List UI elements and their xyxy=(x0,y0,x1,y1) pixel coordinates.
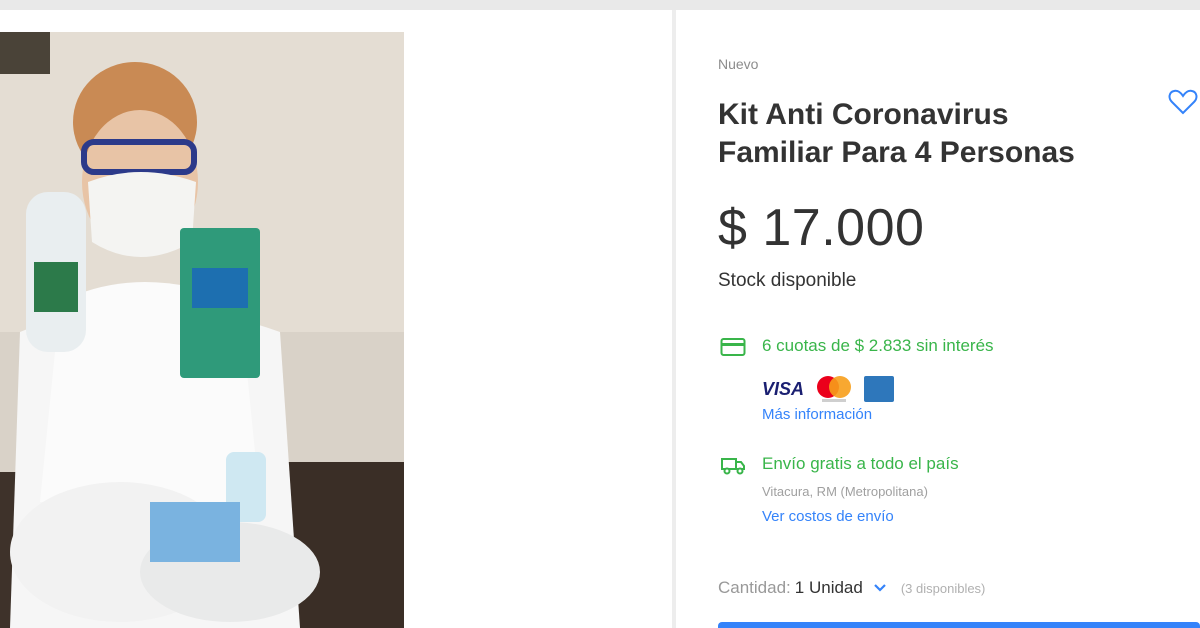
mastercard-logo xyxy=(814,374,854,404)
product-price: $ 17.000 xyxy=(718,199,925,257)
product-info-panel: Nuevo Kit Anti Coronavirus Familiar Para… xyxy=(676,10,1200,628)
shipping-text: Envío gratis a todo el país xyxy=(762,454,959,473)
quantity-available: (3 disponibles) xyxy=(900,580,986,596)
payment-methods: VISA xyxy=(762,374,895,404)
amex-logo xyxy=(864,376,895,402)
product-photo-image xyxy=(0,32,404,628)
quantity-label: Cantidad: xyxy=(718,578,791,597)
product-title-line-2: Familiar Para 4 Personas xyxy=(718,136,1075,169)
buy-button[interactable] xyxy=(718,622,1200,628)
shipping-costs-link[interactable]: Ver costos de envío xyxy=(762,508,894,525)
favorite-button[interactable] xyxy=(1168,88,1198,116)
chevron-down-icon[interactable] xyxy=(871,579,889,597)
visa-logo: VISA xyxy=(762,378,805,399)
truck-icon xyxy=(720,454,746,476)
top-strip xyxy=(0,0,1200,10)
product-condition: Nuevo xyxy=(718,56,759,72)
product-title-line-1: Kit Anti Coronavirus xyxy=(718,98,1009,131)
more-info-link[interactable]: Más información xyxy=(762,406,872,423)
quantity-selector: Cantidad: 1 Unidad (3 disponibles) xyxy=(718,576,985,600)
heart-icon xyxy=(1168,89,1198,115)
product-photo[interactable] xyxy=(0,32,404,628)
product-title: Kit Anti Coronavirus Familiar Para 4 Per… xyxy=(718,96,1138,172)
seller-location: Vitacura, RM (Metropolitana) xyxy=(762,484,928,499)
quantity-value[interactable]: 1 Unidad xyxy=(795,578,863,598)
gallery-panel xyxy=(0,10,672,628)
credit-card-icon xyxy=(720,336,746,358)
stock-status: Stock disponible xyxy=(718,270,857,291)
installments-text: 6 cuotas de $ 2.833 sin interés xyxy=(762,336,994,355)
